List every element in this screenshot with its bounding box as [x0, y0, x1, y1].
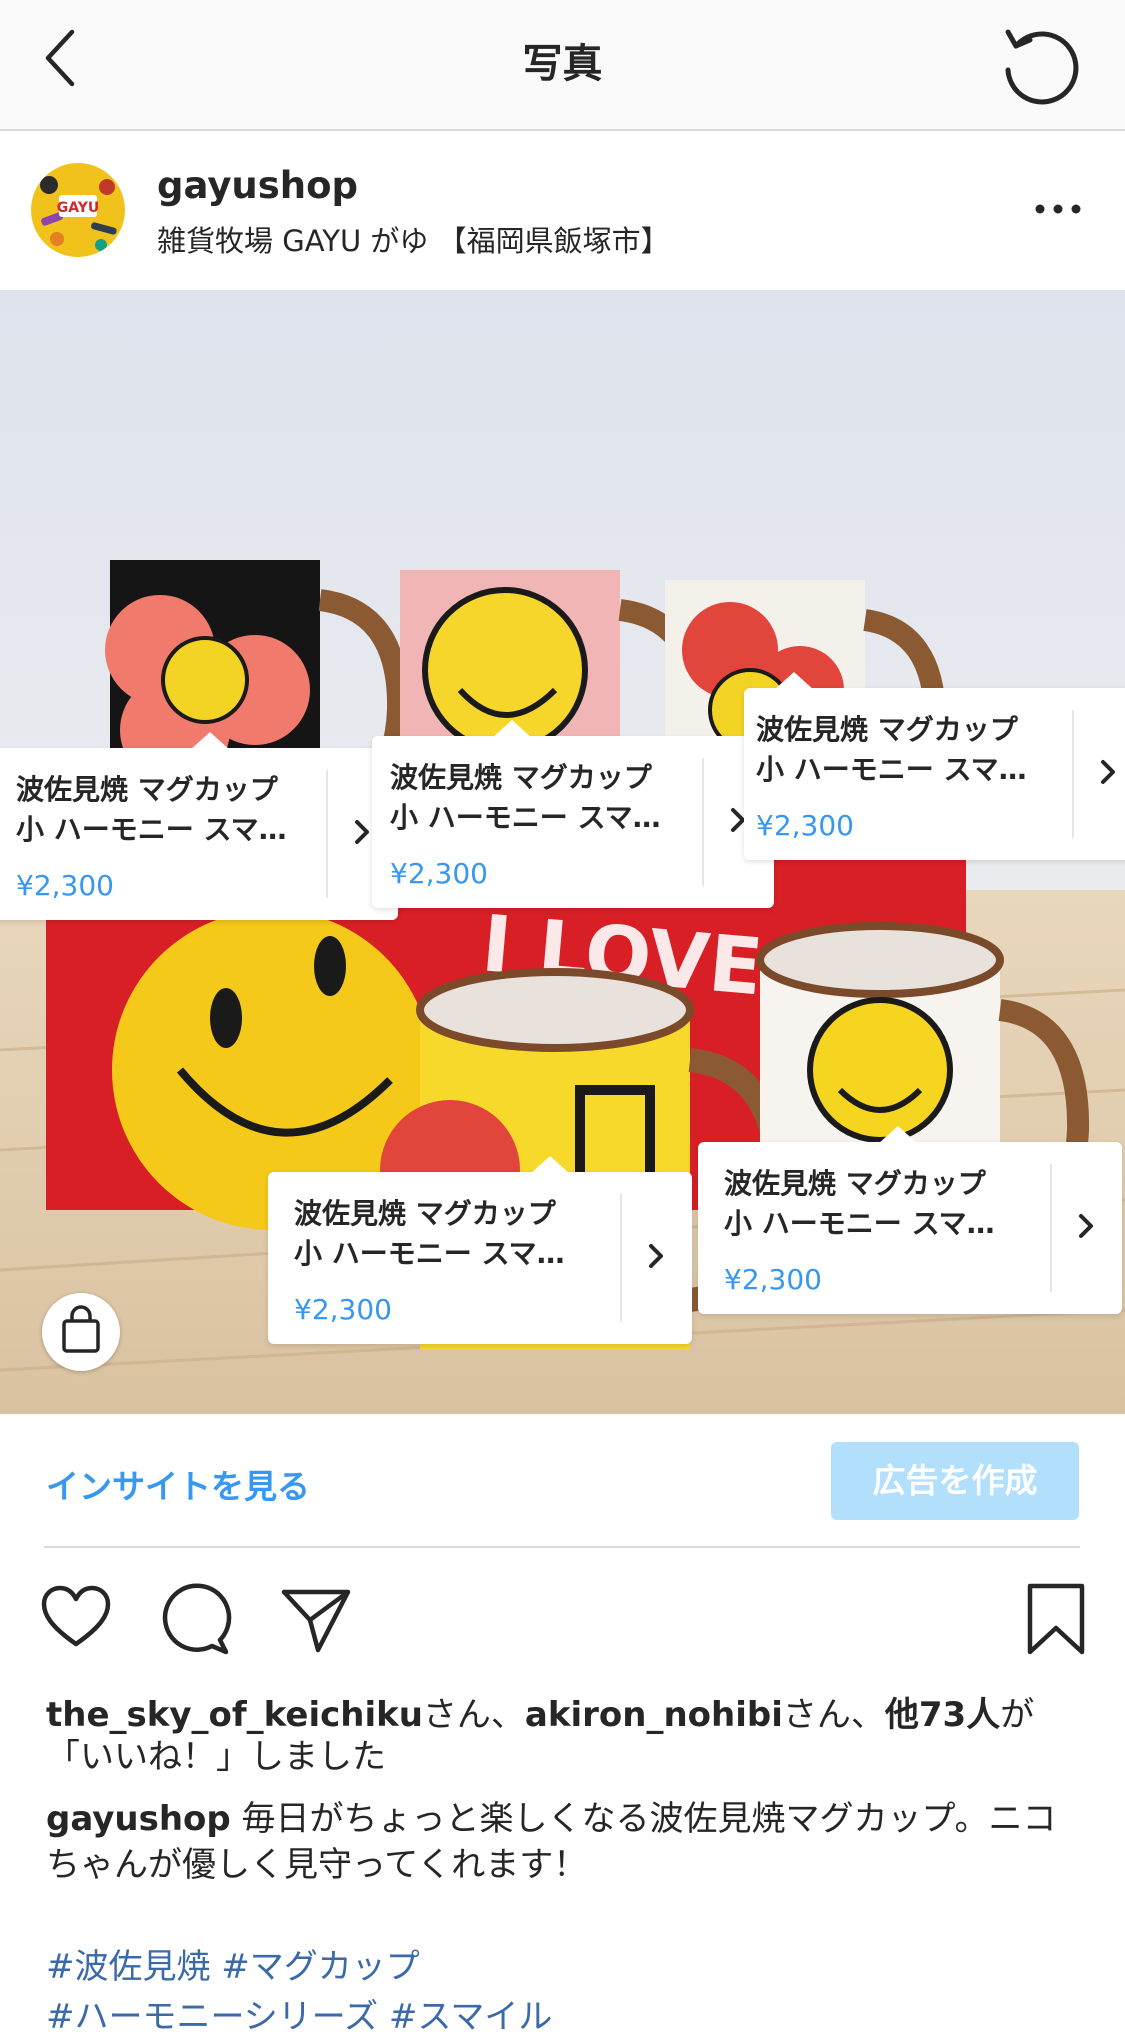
liker-username[interactable]: the_sky_of_keichiku	[46, 1695, 423, 1735]
likes-text: さん、	[422, 1695, 525, 1735]
heart-icon	[41, 1585, 111, 1647]
hashtags: #波佐見焼 #マグカップ #ハーモニーシリーズ #スマイル	[46, 1942, 1086, 2042]
product-tag[interactable]: 波佐見焼 マグカップ 小 ハーモニー スマ… ¥2,300	[698, 1126, 1122, 1314]
divider	[44, 1546, 1080, 1548]
comment-button[interactable]	[158, 1582, 234, 1658]
hashtag-line[interactable]: #ハーモニーシリーズ #スマイル	[46, 1992, 1086, 2042]
product-tag-subtitle: 小 ハーモニー スマ…	[16, 813, 287, 846]
product-tag-subtitle: 小 ハーモニー スマ…	[390, 801, 661, 834]
shopping-bag-icon	[62, 1305, 100, 1353]
page-title: 写真	[522, 41, 603, 87]
product-tag[interactable]: 波佐見焼 マグカップ 小 ハーモニー スマ… ¥2,300	[744, 672, 1125, 860]
product-tag-title: 波佐見焼 マグカップ	[16, 773, 278, 806]
hashtag-line[interactable]: #波佐見焼 #マグカップ	[46, 1942, 1086, 1992]
likes-text: さん、	[782, 1695, 885, 1735]
comment-icon	[162, 1583, 232, 1655]
product-tag-subtitle: 小 ハーモニー スマ…	[294, 1237, 565, 1270]
chevron-right-icon	[649, 1244, 663, 1268]
product-tag-price: ¥2,300	[16, 869, 114, 902]
avatar-logo-text: GAYU	[57, 200, 100, 216]
product-tag-price: ¥2,300	[294, 1293, 392, 1326]
chevron-right-icon	[1079, 1214, 1093, 1238]
product-tag[interactable]: 波佐見焼 マグカップ 小 ハーモニー スマ… ¥2,300	[372, 720, 774, 908]
post-location[interactable]: 雑貨牧場 GAYU がゆ 【福岡県飯塚市】	[157, 218, 670, 260]
back-button[interactable]	[28, 24, 100, 96]
likes-count-link[interactable]: 他73人	[885, 1695, 1000, 1735]
product-tag[interactable]: 波佐見焼 マグカップ 小 ハーモニー スマ… ¥2,300	[268, 1156, 692, 1344]
avatar-logo: GAYU	[31, 163, 125, 257]
avatar[interactable]: GAYU	[31, 163, 125, 257]
liker-username[interactable]: akiron_nohibi	[525, 1695, 783, 1735]
product-tag-title: 波佐見焼 マグカップ	[294, 1197, 556, 1230]
bookmark-icon	[1027, 1583, 1085, 1655]
chevron-right-icon	[1101, 760, 1115, 784]
bookmark-button[interactable]	[1018, 1582, 1094, 1658]
product-tag[interactable]: 波佐見焼 マグカップ 小 ハーモニー スマ… ¥2,300	[0, 732, 398, 920]
product-tag-title: 波佐見焼 マグカップ	[756, 713, 1018, 746]
post-caption: gayushop 毎日がちょっと楽しくなる波佐見焼マグカップ。ニコちゃんが優しく…	[46, 1796, 1086, 1888]
more-dots-icon	[1035, 204, 1081, 214]
share-button[interactable]	[278, 1582, 354, 1658]
post-username[interactable]: gayushop	[157, 164, 358, 207]
product-tag-title: 波佐見焼 マグカップ	[724, 1167, 986, 1200]
create-ad-button[interactable]: 広告を作成	[831, 1442, 1079, 1520]
product-tag-subtitle: 小 ハーモニー スマ…	[724, 1207, 995, 1240]
caption-username[interactable]: gayushop	[46, 1799, 231, 1839]
like-button[interactable]	[38, 1580, 114, 1656]
likes-summary: the_sky_of_keichikuさん、akiron_nohibiさん、他7…	[46, 1694, 1086, 1778]
share-icon	[281, 1589, 351, 1653]
product-tag-price: ¥2,300	[724, 1263, 822, 1296]
product-tag-price: ¥2,300	[390, 857, 488, 890]
product-tag-price: ¥2,300	[756, 809, 854, 842]
shopping-bag-button[interactable]	[42, 1293, 120, 1371]
more-options-button[interactable]	[1020, 194, 1100, 224]
back-chevron-icon	[45, 29, 75, 87]
product-tag-subtitle: 小 ハーモニー スマ…	[756, 753, 1027, 786]
product-tag-title: 波佐見焼 マグカップ	[390, 761, 652, 794]
view-insights-link[interactable]: インサイトを見る	[46, 1460, 310, 1508]
refresh-button[interactable]	[998, 24, 1082, 108]
refresh-icon	[1005, 29, 1079, 105]
